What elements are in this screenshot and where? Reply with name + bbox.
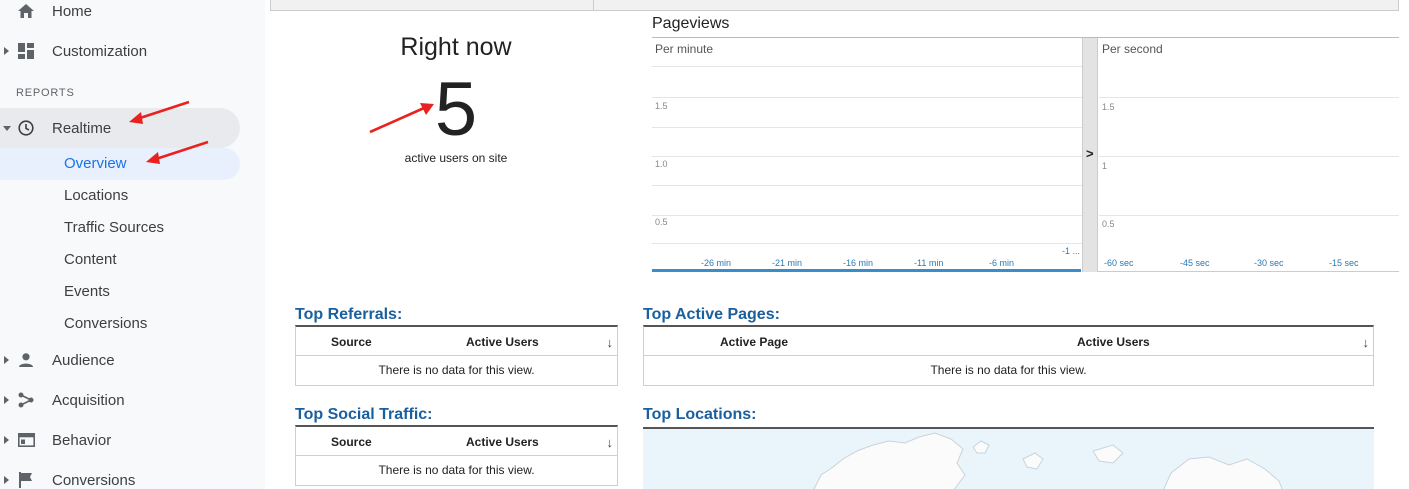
expand-caret-icon: [4, 47, 9, 55]
sort-down-icon[interactable]: ↓: [607, 435, 614, 450]
home-icon: [17, 2, 35, 20]
table-header: Source Active Users ↓: [296, 327, 617, 356]
sidebar: Home Customization REPORTS Realtime Over…: [0, 0, 265, 489]
column-active-users[interactable]: Active Users: [466, 335, 539, 349]
x-tick: -15 sec: [1329, 258, 1359, 268]
reports-section-label: REPORTS: [16, 87, 75, 99]
annotation-arrow-realtime: [129, 100, 190, 124]
nav-realtime-traffic-sources[interactable]: Traffic Sources: [0, 212, 240, 244]
annotation-arrow-overview: [146, 140, 209, 164]
top-locations-title: Top Locations:: [643, 406, 757, 423]
top-referrals-table: Source Active Users ↓ There is no data f…: [295, 325, 618, 386]
x-tick: -6 min: [989, 258, 1015, 268]
behavior-icon: [17, 431, 35, 449]
world-map[interactable]: [643, 427, 1374, 489]
x-tick: -60 sec: [1104, 258, 1134, 268]
chevron-right-icon: >: [1086, 146, 1094, 161]
collapse-caret-icon: [3, 125, 11, 131]
column-active-users[interactable]: Active Users: [1077, 335, 1150, 349]
nav-realtime-conversions[interactable]: Conversions: [0, 308, 240, 340]
per-minute-baseline: [652, 269, 1081, 272]
per-second-chart: Per second 1.5 1 0.5 -60 sec -45 sec -30…: [1099, 38, 1399, 272]
nav-conversions[interactable]: Conversions: [0, 464, 240, 489]
x-tick: -16 min: [843, 258, 874, 268]
acquisition-icon: [17, 391, 35, 409]
nav-home[interactable]: Home: [0, 0, 240, 27]
empty-message: There is no data for this view.: [378, 463, 535, 477]
top-active-pages-title: Top Active Pages:: [643, 306, 780, 323]
x-tick: -45 sec: [1180, 258, 1210, 268]
top-social-table: Source Active Users ↓ There is no data f…: [295, 425, 618, 486]
map-landmass-icon: [813, 432, 1283, 489]
column-active-users[interactable]: Active Users: [466, 435, 539, 449]
top-social-title: Top Social Traffic:: [295, 406, 433, 423]
pageviews-title: Pageviews: [652, 15, 730, 32]
x-tick: -11 min: [914, 258, 944, 268]
nav-audience[interactable]: Audience: [0, 344, 240, 376]
top-referrals-title: Top Referrals:: [295, 306, 403, 323]
x-tick: -1 ...: [1061, 246, 1080, 256]
nav-realtime-events[interactable]: Events: [0, 276, 240, 308]
empty-message: There is no data for this view.: [378, 363, 535, 377]
expand-caret-icon: [4, 436, 9, 444]
y-tick: 0.5: [1102, 219, 1115, 229]
sort-down-icon[interactable]: ↓: [1363, 335, 1370, 350]
y-tick: 1: [1102, 161, 1108, 171]
per-second-label: Per second: [1102, 42, 1163, 56]
column-active-page[interactable]: Active Page: [720, 335, 788, 349]
nav-acquisition[interactable]: Acquisition: [0, 384, 240, 416]
table-header: Source Active Users ↓: [296, 427, 617, 456]
flag-icon: [17, 471, 35, 489]
column-source[interactable]: Source: [331, 435, 372, 449]
nav-realtime-locations[interactable]: Locations: [0, 180, 240, 212]
x-tick: -30 sec: [1254, 258, 1284, 268]
annotation-arrow-count: [369, 103, 434, 134]
y-tick: 1.5: [655, 101, 668, 111]
per-minute-chart: Per minute 1.5 1.0 0.5 -26 min -21 min -…: [652, 38, 1082, 272]
top-toolbar-strip: [270, 0, 1399, 11]
clock-icon: [17, 119, 35, 137]
top-active-pages-table: Active Page Active Users ↓ There is no d…: [643, 325, 1374, 386]
y-tick: 0.5: [655, 217, 668, 227]
nav-realtime-content[interactable]: Content: [0, 244, 240, 276]
x-tick: -26 min: [701, 258, 732, 268]
active-users-subtitle: active users on site: [404, 151, 508, 165]
chart-expand-splitter[interactable]: >: [1082, 38, 1098, 272]
expand-caret-icon: [4, 396, 9, 404]
expand-caret-icon: [4, 356, 9, 364]
empty-message: There is no data for this view.: [930, 363, 1087, 377]
x-tick: -21 min: [772, 258, 803, 268]
nav-behavior[interactable]: Behavior: [0, 424, 240, 456]
right-now-title: Right now: [400, 33, 512, 61]
dashboard-icon: [17, 42, 35, 60]
y-tick: 1.5: [1102, 102, 1115, 112]
expand-caret-icon: [4, 476, 9, 484]
sort-down-icon[interactable]: ↓: [607, 335, 614, 350]
table-header: Active Page Active Users ↓: [644, 327, 1373, 356]
column-source[interactable]: Source: [331, 335, 372, 349]
person-icon: [17, 351, 35, 369]
nav-customization[interactable]: Customization: [0, 35, 240, 67]
y-tick: 1.0: [655, 159, 668, 169]
per-minute-label: Per minute: [655, 42, 714, 56]
